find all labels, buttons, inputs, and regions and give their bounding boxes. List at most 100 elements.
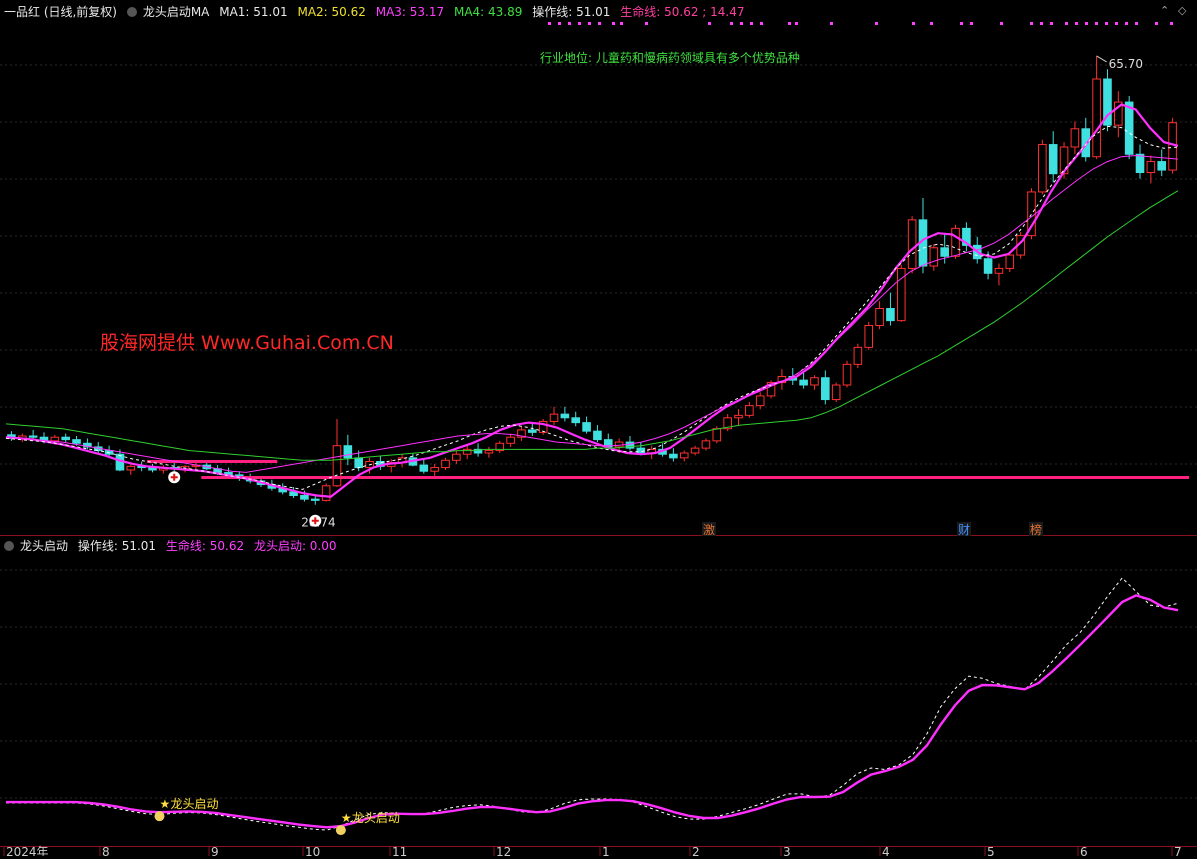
signal-dot (1085, 22, 1088, 25)
candle-body (484, 450, 494, 454)
signal-dot (1125, 22, 1128, 25)
candle-body (799, 379, 808, 386)
x-tick-label: 2024年 (6, 845, 49, 856)
candle-body (50, 436, 60, 442)
signal-dot (1065, 22, 1068, 25)
signal-dot (795, 22, 798, 25)
candle-body (1146, 161, 1156, 173)
candle-body (1135, 153, 1145, 174)
signal-dot (730, 22, 733, 25)
signal-dot (588, 22, 591, 25)
candle-body (712, 428, 722, 442)
watermark: 股海网提供 Www.Guhai.Com.CN (100, 332, 394, 354)
industry-note: 行业地位: 儿童药和慢病药领域具有多个优势品种 (540, 50, 800, 65)
signal-label-1: 龙头启动 (170, 797, 218, 811)
signal-dot (1170, 22, 1173, 25)
candle-body (1070, 128, 1080, 148)
stock-title[interactable]: 一品红 (日线,前复权) (4, 5, 117, 19)
signal-dot (1000, 22, 1003, 25)
candle-body (940, 247, 949, 257)
candle-body (332, 445, 342, 487)
candle-body (549, 413, 559, 422)
signal-dot (740, 22, 743, 25)
money-bag-icon (335, 825, 346, 836)
candle-body (810, 377, 819, 386)
x-tick-label: 11 (392, 845, 407, 856)
candle-body (1092, 78, 1101, 158)
signal-dot (1050, 22, 1053, 25)
diamond-icon[interactable]: ◇ (1178, 4, 1186, 17)
candle-body (983, 258, 993, 274)
x-tick-label: 7 (1174, 845, 1182, 856)
signal-star-icon: ★ (159, 797, 170, 811)
x-tick-label: 10 (305, 845, 320, 856)
candle-body (582, 422, 591, 432)
x-tick-label: 1 (602, 845, 610, 856)
candle-body (419, 464, 429, 472)
signal-dot (970, 22, 973, 25)
event-badge-1: 激 (703, 523, 715, 537)
candle-body (571, 417, 581, 424)
candle-body (462, 448, 472, 455)
candle-body (994, 267, 1004, 274)
candle-body (300, 495, 309, 500)
sub-indicator-name[interactable]: 龙头启动 (20, 539, 68, 553)
candle-body (755, 395, 765, 407)
signal-dot (1030, 22, 1033, 25)
life-line-value: 生命线: 50.62 ; 14.47 (620, 5, 745, 19)
sub-life-line-value: 生命线: 50.62 (165, 539, 245, 553)
signal-dot (1105, 22, 1108, 25)
sub-header: 龙头启动 操作线: 51.01 生命线: 50.62 龙头启动: 0.00 (4, 539, 343, 553)
chart-root: 65.7028.74行业地位: 儿童药和慢病药领域具有多个优势品种股海网提供 W… (0, 0, 1197, 859)
candle-body (321, 485, 331, 501)
x-tick-label: 5 (987, 845, 995, 856)
signal-dot (750, 22, 753, 25)
signal-dot (788, 22, 791, 25)
signal-dot (645, 22, 648, 25)
signal-dot (598, 22, 601, 25)
signal-dot (548, 22, 551, 25)
sub-settings-icon[interactable] (4, 541, 14, 551)
signal-dot (1040, 22, 1043, 25)
event-badge-2: 财 (958, 523, 970, 537)
candle-body (907, 219, 917, 269)
signal-dot (912, 22, 915, 25)
candle-body (593, 430, 602, 441)
candle-body (853, 346, 863, 365)
candle-body (560, 413, 570, 419)
high-label: 65.70 (1109, 57, 1143, 71)
signal-dot (830, 22, 833, 25)
indicator-name[interactable]: 龙头启动MA (143, 5, 210, 19)
signal-dot (930, 22, 933, 25)
scroll-up-icon[interactable]: ⌃ (1160, 4, 1169, 17)
event-badge-3: 榜 (1030, 522, 1042, 537)
candle-body (679, 452, 689, 459)
ma2-value: MA2: 50.62 (297, 5, 366, 19)
candle-body (343, 445, 353, 459)
x-tick-label: 2 (692, 845, 700, 856)
x-tick-label: 6 (1080, 845, 1088, 856)
settings-icon[interactable] (126, 7, 137, 17)
candle-body (72, 439, 81, 444)
candle-body (354, 457, 363, 469)
candle-body (126, 465, 136, 471)
candle-body (452, 453, 461, 461)
candle-body (1038, 144, 1047, 193)
signal-dot (708, 22, 711, 25)
sub-start-value: 龙头启动: 0.00 (253, 539, 337, 553)
signal-dot (1075, 22, 1078, 25)
candle-body (506, 436, 515, 444)
candle-body (528, 429, 537, 433)
candle-body (28, 435, 38, 438)
candle-body (821, 377, 830, 401)
x-tick-label: 8 (102, 845, 110, 856)
signal-dot (558, 22, 561, 25)
candle-body (1048, 144, 1058, 175)
candle-body (669, 453, 678, 459)
signal-dot (760, 22, 763, 25)
op-line-value: 操作线: 51.01 (532, 5, 611, 19)
signal-dot (1155, 22, 1158, 25)
signal-dot (1135, 22, 1138, 25)
signal-label-2: 龙头启动 (352, 811, 400, 825)
candle-body (1157, 161, 1167, 171)
